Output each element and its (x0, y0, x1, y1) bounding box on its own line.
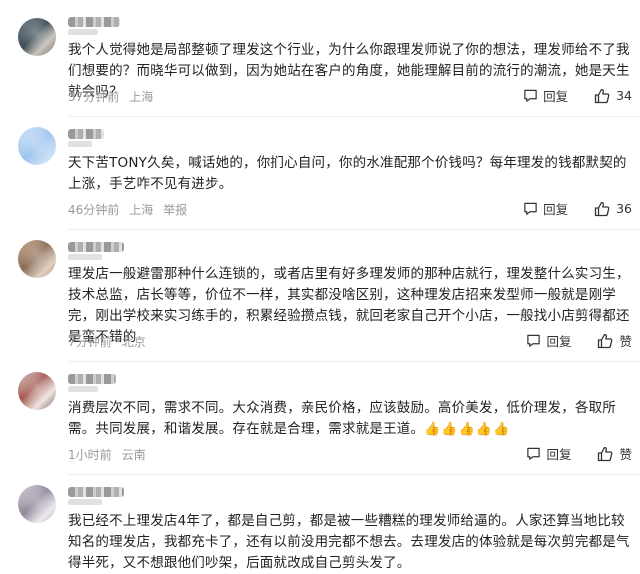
comment-actions: 回复 36 (523, 199, 632, 218)
reply-label: 回复 (546, 447, 572, 462)
divider (68, 361, 640, 362)
comment-icon (527, 334, 541, 347)
username-blurred[interactable] (68, 242, 124, 260)
like-button[interactable]: 36 (594, 201, 632, 217)
comment-meta: 7分钟前 北京 (68, 333, 146, 350)
username-blurred[interactable] (68, 487, 124, 505)
thumbs-up-icon (598, 333, 613, 348)
reply-button[interactable]: 回复 (523, 86, 568, 105)
comment-location: 上海 (129, 203, 154, 217)
avatar[interactable] (18, 18, 56, 56)
like-button[interactable]: 赞 (597, 331, 632, 350)
comment-location: 云南 (121, 448, 146, 462)
thumbs-up-icon (598, 446, 613, 461)
comment-location: 上海 (129, 90, 154, 104)
comment-time: 37分钟前 (68, 90, 120, 104)
comment-meta: 37分钟前 上海 (68, 88, 153, 105)
like-button[interactable]: 34 (594, 88, 632, 104)
divider (68, 474, 640, 475)
like-label: 赞 (619, 334, 632, 349)
like-count: 34 (616, 88, 632, 103)
thumbs-up-emojis: 👍👍👍👍👍 (424, 422, 511, 437)
comment-text: 消费层次不同，需求不同。大众消费，亲民价格，应该鼓励。高价美发，低价理发，各取所… (68, 398, 634, 440)
comment-body: 消费层次不同，需求不同。大众消费，亲民价格，应该鼓励。高价美发，低价理发，各取所… (68, 400, 616, 437)
reply-label: 回复 (543, 202, 569, 217)
comment-time: 7分钟前 (68, 335, 112, 349)
like-count: 36 (616, 201, 632, 216)
avatar[interactable] (18, 127, 56, 165)
comment-icon (524, 202, 537, 215)
reply-button[interactable]: 回复 (523, 199, 568, 218)
like-label: 赞 (619, 447, 632, 462)
like-button[interactable]: 赞 (597, 444, 632, 463)
comment-meta: 46分钟前 上海 举报 (68, 201, 187, 218)
thumbs-up-icon (594, 201, 610, 216)
divider (68, 116, 640, 117)
report-link[interactable]: 举报 (163, 201, 187, 218)
username-blurred[interactable] (68, 129, 104, 147)
comment-text: 我已经不上理发店4年了，都是自己剪，都是被一些糟糕的理发师给逼的。人家还算当地比… (68, 513, 630, 571)
comment-meta: 1小时前 云南 (68, 446, 146, 463)
comment-actions: 回复 34 (523, 86, 632, 105)
reply-label: 回复 (543, 89, 569, 104)
avatar[interactable] (18, 240, 56, 278)
avatar[interactable] (18, 485, 56, 523)
thumbs-up-icon (594, 88, 610, 103)
comment-icon (524, 89, 537, 102)
username-blurred[interactable] (68, 374, 116, 392)
username-blurred[interactable] (68, 17, 120, 35)
reply-button[interactable]: 回复 (526, 444, 571, 463)
comment-time: 46分钟前 (68, 203, 120, 217)
comment-text: 天下苦TONY久矣，喊话她的，你扪心自问，你的水准配那个价钱吗？每年理发的钱都默… (68, 155, 627, 192)
divider (68, 229, 640, 230)
comment-time: 1小时前 (68, 448, 112, 462)
comment-icon (527, 447, 541, 460)
avatar[interactable] (18, 372, 56, 410)
comment-actions: 回复 赞 (526, 331, 632, 350)
reply-label: 回复 (546, 334, 572, 349)
reply-button[interactable]: 回复 (526, 331, 571, 350)
comment-actions: 回复 赞 (526, 444, 632, 463)
comment-location: 北京 (121, 335, 146, 349)
